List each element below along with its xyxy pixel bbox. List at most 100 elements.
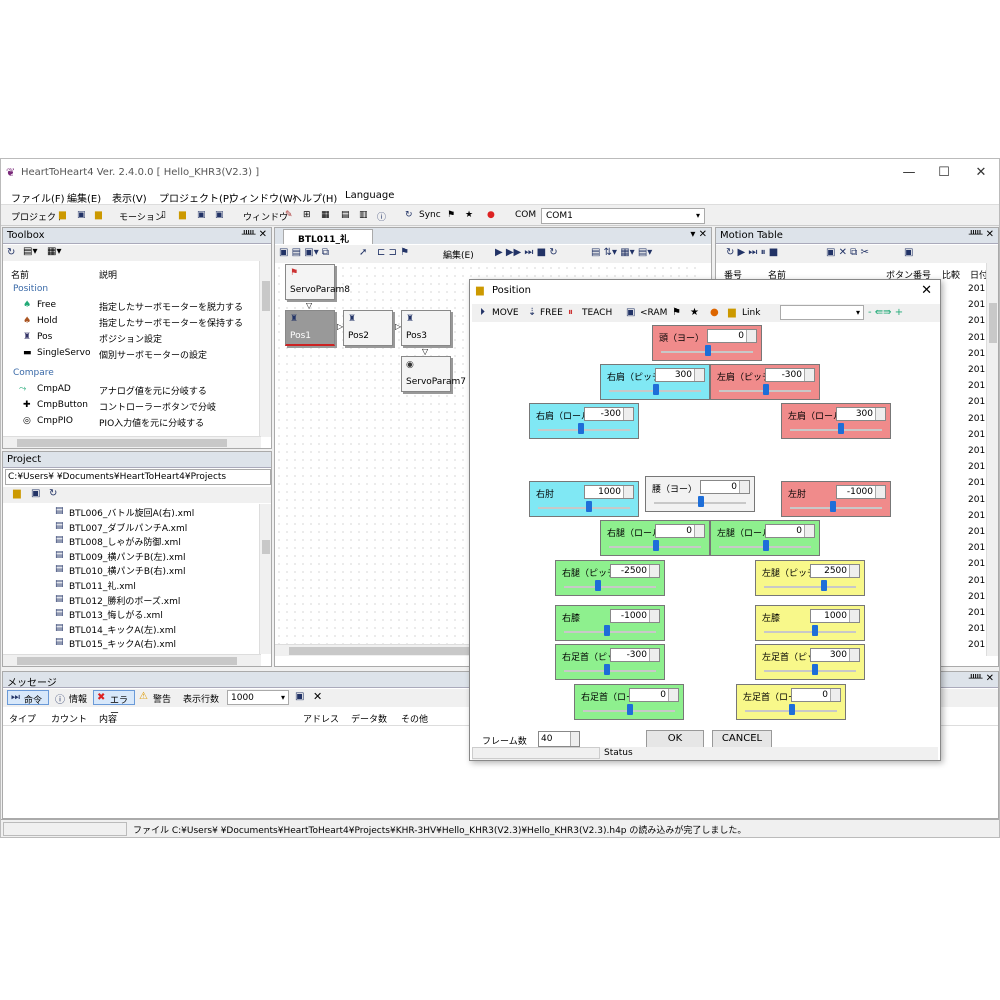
servo-slider-track[interactable] — [564, 631, 656, 633]
project-file-item[interactable]: BTL010_横パンチB(右).xml — [69, 564, 185, 577]
person-icon[interactable]: ★ — [465, 210, 473, 220]
servo-slider-track[interactable] — [764, 586, 856, 588]
tab-btl011[interactable]: BTL011_礼 — [283, 229, 373, 245]
servo-value-input[interactable]: 0 — [791, 688, 841, 702]
menu-language[interactable]: Language — [345, 190, 394, 201]
new-file-icon[interactable]: ▯ — [161, 210, 166, 220]
editor-save-icon[interactable]: ▣ ▤ ▣▾ ⧉ — [279, 247, 329, 258]
servo-slider-thumb[interactable] — [586, 501, 593, 512]
group-position[interactable]: Position — [13, 284, 48, 294]
servo-slider-track[interactable] — [564, 586, 656, 588]
node-pos3[interactable]: ♜ Pos3 — [401, 310, 451, 346]
servo-slider-thumb[interactable] — [653, 384, 659, 395]
motion-controls-icon[interactable]: ↻ ▶ ⏭ ⏸ ■ — [726, 247, 778, 258]
project-file-item[interactable]: BTL006_バトル旋回A(右).xml — [69, 506, 194, 519]
tool-cmpbutton-name[interactable]: CmpButton — [37, 400, 88, 410]
save-all-icon[interactable]: ▣ — [215, 210, 224, 220]
grid-view-icon[interactable]: ▦▾ — [47, 246, 61, 257]
record-icon[interactable]: ● — [487, 210, 495, 220]
project-file-item[interactable]: BTL013_悔しがる.xml — [69, 608, 163, 621]
node-pos1[interactable]: ♜ Pos1 — [285, 310, 335, 346]
group-compare[interactable]: Compare — [13, 368, 54, 378]
sync-icon[interactable]: ↻ — [405, 210, 413, 220]
filter-command-button[interactable]: ⏭ 命令 — [7, 690, 49, 706]
servo-slider-thumb[interactable] — [838, 423, 845, 434]
servo-value-input[interactable]: 0 — [765, 524, 815, 538]
toolbox-vscroll[interactable] — [259, 261, 271, 437]
tool-pos-name[interactable]: Pos — [37, 332, 52, 342]
servo-slider-thumb[interactable] — [594, 580, 601, 591]
servo-slider-thumb[interactable] — [603, 625, 610, 636]
image-icon[interactable]: ▤ — [341, 210, 350, 220]
grid-icon[interactable]: ▦ — [321, 210, 330, 220]
menu-file[interactable]: ファイル(F) — [11, 190, 65, 205]
tool-cmppio-name[interactable]: CmpPIO — [37, 416, 73, 426]
project-file-item[interactable]: BTL007_ダブルパンチA.xml — [69, 521, 187, 534]
servo-slider-track[interactable] — [764, 670, 856, 672]
servo-slider-track[interactable] — [790, 507, 882, 509]
servo-slider-thumb[interactable] — [653, 540, 659, 551]
project-file-item[interactable]: BTL015_キックA(右).xml — [69, 637, 176, 650]
minimize-button[interactable]: — — [891, 163, 927, 183]
info-icon[interactable]: ⓘ — [377, 210, 386, 223]
servo-value-input[interactable]: 0 — [700, 480, 750, 494]
cancel-button[interactable]: CANCEL — [712, 730, 772, 748]
servo-slider-track[interactable] — [564, 670, 656, 672]
servo-slider-thumb[interactable] — [829, 501, 836, 512]
save-project-icon[interactable]: ▣ — [31, 488, 40, 499]
project-file-item[interactable]: BTL011_礼.xml — [69, 579, 136, 592]
reload-project-icon[interactable]: ↻ — [49, 488, 57, 499]
project-path-field[interactable]: C:¥Users¥ ¥Documents¥HeartToHeart4¥Proje… — [5, 469, 271, 485]
servo-slider-track[interactable] — [538, 507, 630, 509]
spinner-icon[interactable] — [570, 732, 579, 746]
servo-value-input[interactable]: 0 — [629, 688, 679, 702]
list-view-icon[interactable]: ▤▾ — [23, 246, 37, 257]
node-tools-icon[interactable]: ⊏ ⊐ ⚑ — [377, 247, 409, 258]
filter-info-button[interactable]: 情報 — [69, 692, 87, 705]
edit-menu-button[interactable]: 編集(E) — [443, 248, 474, 261]
servo-slider-thumb[interactable] — [763, 384, 769, 395]
servo-value-input[interactable]: -1000 — [610, 609, 660, 623]
servo-value-input[interactable]: 1000 — [810, 609, 860, 623]
open-folder-icon[interactable]: ▆ — [59, 210, 66, 220]
play-controls-icon[interactable]: ▶ ▶▶ ⏭ ■ ↻ — [495, 247, 558, 258]
filter-warning-button[interactable]: 警告 — [153, 692, 171, 705]
open-file-icon[interactable]: ▆ — [179, 210, 186, 220]
filter-error-button[interactable]: ✖ エラー — [93, 690, 135, 719]
project-file-item[interactable]: BTL008_しゃがみ防御.xml — [69, 535, 181, 548]
refresh-icon[interactable]: ↻ — [7, 247, 15, 258]
servo-value-input[interactable]: 0 — [707, 329, 757, 343]
tool-free-name[interactable]: Free — [37, 300, 56, 310]
pointer-icon[interactable]: ➚ — [359, 247, 367, 258]
project-file-item[interactable]: BTL009_横パンチB(左).xml — [69, 550, 185, 563]
servo-slider-thumb[interactable] — [789, 704, 795, 715]
menu-window[interactable]: ウィンドウ(W) — [229, 190, 297, 205]
project-file-item[interactable]: BTL014_キックA(左).xml — [69, 623, 176, 636]
pin-close-icon[interactable]: ᚊ ✕ — [969, 229, 994, 240]
servo-value-input[interactable]: 300 — [810, 648, 860, 662]
table-icon[interactable]: ▥ — [359, 210, 368, 220]
robot-icon[interactable]: ⚑ — [447, 210, 455, 220]
servo-value-input[interactable]: -300 — [610, 648, 660, 662]
project-vscroll[interactable] — [259, 504, 271, 654]
menu-project[interactable]: プロジェクト(P) — [159, 190, 233, 205]
servo-value-input[interactable]: 300 — [836, 407, 886, 421]
servo-slider-thumb[interactable] — [698, 496, 704, 507]
servo-value-input[interactable]: -300 — [584, 407, 634, 421]
rows-select[interactable]: 1000 ▾ — [227, 690, 289, 705]
servo-slider-track[interactable] — [790, 429, 882, 431]
frame-count-input[interactable]: 40 — [538, 731, 580, 747]
servo-value-input[interactable]: -2500 — [610, 564, 660, 578]
save-motion-icon[interactable]: ▣ — [197, 210, 206, 220]
servo-slider-thumb[interactable] — [577, 423, 584, 434]
tool-singleservo-name[interactable]: SingleServo — [37, 348, 90, 358]
tab-close-icon[interactable]: ▾ ✕ — [690, 229, 707, 240]
servo-slider-thumb[interactable] — [763, 540, 769, 551]
servo-slider-thumb[interactable] — [812, 664, 819, 675]
close-button[interactable]: ✕ — [963, 163, 999, 183]
menu-edit[interactable]: 編集(E) — [67, 190, 101, 205]
node-servoparam7[interactable]: ◉ ServoParam7 — [401, 356, 466, 392]
servo-slider-thumb[interactable] — [812, 625, 819, 636]
motion-edit-icon[interactable]: ▣ ✕ ⧉ ✂ — [826, 247, 869, 258]
pin-close-icon[interactable]: ᚊ ✕ — [969, 673, 994, 684]
